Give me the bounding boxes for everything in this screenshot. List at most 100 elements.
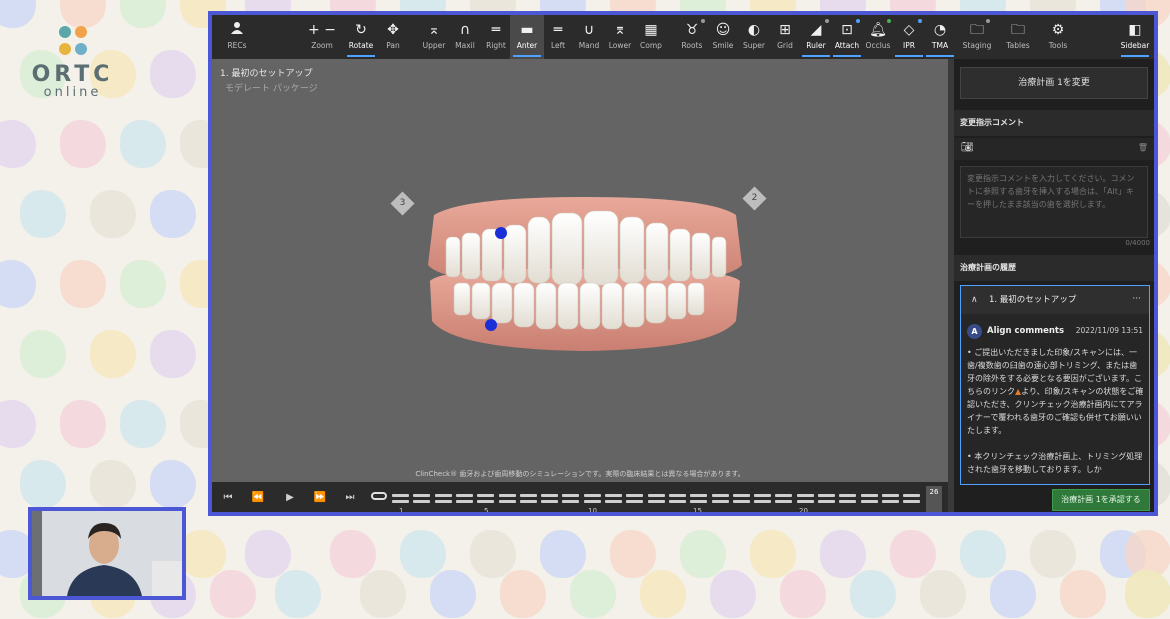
stage-segment[interactable] xyxy=(519,494,537,497)
stage-segment[interactable] xyxy=(605,500,622,503)
stage-segment[interactable] xyxy=(647,494,665,497)
stage-segment[interactable] xyxy=(647,500,665,503)
stage-segment[interactable] xyxy=(668,494,686,497)
mandibular-view-button[interactable]: ∪ Mand xyxy=(572,15,606,59)
staging-button[interactable]: 🗀 Staging xyxy=(960,15,994,59)
last-stage-button[interactable]: ⏭ xyxy=(340,490,360,506)
stage-segment[interactable] xyxy=(839,494,857,497)
stage-segment[interactable] xyxy=(455,494,473,497)
stage-0-segment[interactable] xyxy=(371,492,387,500)
camera-icon[interactable]: 📷︎ xyxy=(961,142,974,153)
roots-button[interactable]: ♉ Roots xyxy=(675,15,709,59)
stage-segment[interactable] xyxy=(775,494,793,497)
stage-segment[interactable] xyxy=(860,500,878,503)
stage-segment[interactable] xyxy=(413,500,431,503)
maxillary-view-button[interactable]: ∩ Maxil xyxy=(448,15,482,59)
modify-plan-button[interactable]: 治療計画 1を変更 xyxy=(960,67,1148,99)
stage-segment[interactable] xyxy=(754,494,772,497)
previous-stage-button[interactable]: ⏪ xyxy=(248,490,268,506)
stage-segment[interactable] xyxy=(392,500,409,503)
stage-segment[interactable] xyxy=(583,494,601,497)
stage-segment[interactable] xyxy=(818,500,835,503)
stage-segment[interactable] xyxy=(541,500,559,503)
stage-segment[interactable] xyxy=(562,500,580,503)
chevron-up-icon[interactable]: ∧ xyxy=(971,286,978,314)
stage-segment[interactable] xyxy=(690,500,708,503)
stage-segment[interactable] xyxy=(796,500,814,503)
smile-button[interactable]: ☺ Smile xyxy=(706,15,740,59)
compare-view-button[interactable]: ▦ Comp xyxy=(634,15,668,59)
tma-button[interactable]: ◔ TMA xyxy=(923,15,957,59)
stage-segment[interactable] xyxy=(562,494,580,497)
stage-segment[interactable] xyxy=(519,500,537,503)
occlusion-button[interactable]: 🔔︎ Occlus xyxy=(861,15,895,59)
stage-segment[interactable] xyxy=(392,494,409,497)
pan-button[interactable]: ✥ Pan xyxy=(376,15,410,59)
stage-segment[interactable] xyxy=(434,500,452,503)
zoom-plus-minus-icon: + − xyxy=(308,22,336,38)
stage-timeline: ⏮ ⏪ ▶ ⏩ ⏭ 1 5 10 15 20 26 xyxy=(212,482,948,512)
upper-view-button[interactable]: ⌅ Upper xyxy=(417,15,451,59)
anterior-view-button[interactable]: ▬ Anter xyxy=(510,15,544,59)
stage-segment[interactable] xyxy=(732,500,750,503)
stage-segment[interactable] xyxy=(775,500,793,503)
next-stage-button[interactable]: ⏩ xyxy=(310,490,330,506)
stage-segment[interactable] xyxy=(455,500,473,503)
stage-segment[interactable] xyxy=(754,500,772,503)
stage-segment[interactable] xyxy=(668,500,686,503)
more-options-icon[interactable]: ··· xyxy=(1132,286,1141,312)
stage-segment[interactable] xyxy=(796,494,814,497)
tables-button[interactable]: 🗀 Tables xyxy=(1001,15,1035,59)
stage-segment[interactable] xyxy=(626,500,644,503)
trash-icon[interactable]: 🗑︎ xyxy=(1138,143,1148,152)
stage-segment[interactable] xyxy=(881,494,899,497)
stage-segment[interactable] xyxy=(477,500,495,503)
first-stage-button[interactable]: ⏮ xyxy=(218,490,238,506)
stage-segment[interactable] xyxy=(605,494,622,497)
stage-segment[interactable] xyxy=(818,494,835,497)
zoom-button[interactable]: + − Zoom xyxy=(302,15,342,59)
stage-segment[interactable] xyxy=(413,494,431,497)
grid-button[interactable]: ⊞ Grid xyxy=(768,15,802,59)
stage-segment[interactable] xyxy=(498,500,516,503)
stage-segment[interactable] xyxy=(498,494,516,497)
tools-button[interactable]: ⚙ Tools xyxy=(1041,15,1075,59)
stage-segment[interactable] xyxy=(903,500,921,503)
rotate-button[interactable]: ↻ Rotate xyxy=(344,15,378,59)
dental-arch-model[interactable] xyxy=(424,195,746,355)
comment-input[interactable] xyxy=(960,166,1148,238)
play-button[interactable]: ▶ xyxy=(280,490,300,506)
left-view-button[interactable]: ═ Left xyxy=(541,15,575,59)
attachments-button[interactable]: ⊡ Attach xyxy=(830,15,864,59)
stage-segment[interactable] xyxy=(583,500,601,503)
superimpose-button[interactable]: ◐ Super xyxy=(737,15,771,59)
stage-segment[interactable] xyxy=(903,494,921,497)
stage-segment[interactable] xyxy=(732,494,750,497)
stage-segment[interactable] xyxy=(690,494,708,497)
history-card-header[interactable]: ∧ 1. 最初のセットアップ ··· xyxy=(961,286,1149,314)
lower-view-button[interactable]: ⌆ Lower xyxy=(603,15,637,59)
view-marker-left[interactable]: 3 xyxy=(390,191,415,216)
stage-segment[interactable] xyxy=(626,494,644,497)
stage-segment[interactable] xyxy=(860,494,878,497)
stage-segment[interactable] xyxy=(434,494,452,497)
stage-segment[interactable] xyxy=(711,494,729,497)
stage-segment[interactable] xyxy=(881,500,899,503)
stage-segment[interactable] xyxy=(477,494,495,497)
ruler-button[interactable]: ◢ Ruler xyxy=(799,15,833,59)
ipr-button[interactable]: ◇ IPR xyxy=(892,15,926,59)
recs-button[interactable]: RECs xyxy=(220,15,254,59)
stage-segment[interactable] xyxy=(839,500,857,503)
background-dot xyxy=(430,570,476,618)
approve-plan-button[interactable]: 治療計画 1を承認する xyxy=(1052,489,1150,511)
background-dot xyxy=(120,400,166,448)
reference-point-lower[interactable] xyxy=(485,319,497,331)
reference-point-upper[interactable] xyxy=(495,227,507,239)
sidebar-toggle-button[interactable]: ◧ Sidebar xyxy=(1118,15,1152,59)
stage-segment[interactable] xyxy=(711,500,729,503)
stage-segment[interactable] xyxy=(541,494,559,497)
view-marker-right[interactable]: 2 xyxy=(742,186,767,211)
final-stage-indicator[interactable]: 26 xyxy=(926,486,942,512)
right-view-button[interactable]: ═ Right xyxy=(479,15,513,59)
3d-viewport[interactable]: 1. 最初のセットアップ モデレート パッケージ 3 2 ClinCheck® … xyxy=(212,59,948,482)
